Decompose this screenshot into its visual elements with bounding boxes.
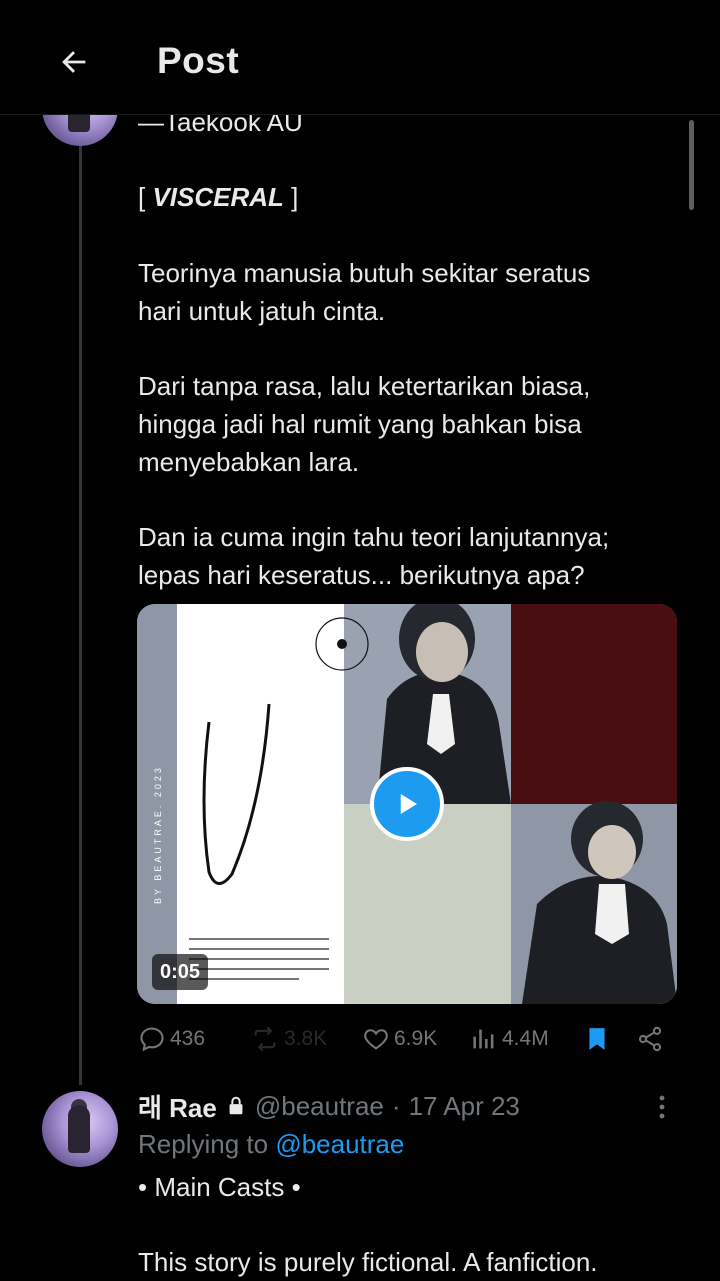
like-count: 6.9K xyxy=(394,1027,438,1050)
more-vertical-icon xyxy=(659,1095,665,1119)
arrow-left-icon xyxy=(62,51,86,73)
view-count: 4.4M xyxy=(502,1027,549,1050)
reply-display-name[interactable]: 래 Rae xyxy=(138,1088,217,1125)
like-button[interactable]: 6.9K xyxy=(362,1022,437,1056)
share-button[interactable] xyxy=(636,1022,664,1056)
post-paragraph-3: Dan ia cuma ingin tahu teori lanjutannya… xyxy=(138,522,610,590)
reply-date[interactable]: 17 Apr 23 xyxy=(409,1091,520,1122)
play-button[interactable] xyxy=(370,767,444,841)
analytics-icon xyxy=(473,1029,494,1049)
repost-count: 3.8K xyxy=(284,1027,328,1050)
cover-vertical-text: BY BEAUTRAE. 2023 xyxy=(153,765,163,904)
reply-button[interactable]: 436 xyxy=(138,1022,205,1056)
views-button[interactable]: 4.4M xyxy=(470,1022,549,1056)
reply-count: 436 xyxy=(170,1027,206,1050)
bookmark-icon xyxy=(589,1028,605,1050)
heart-icon xyxy=(364,1029,388,1050)
reply-handle[interactable]: @beautrae xyxy=(255,1091,384,1122)
top-bar: Post xyxy=(0,0,720,115)
post-paragraph-2: Dari tanpa rasa, lalu ketertarikan biasa… xyxy=(138,371,591,477)
replying-to-handle[interactable]: @beautrae xyxy=(275,1129,404,1159)
post-paragraph-1: Teorinya manusia butuh sekitar seratus h… xyxy=(138,258,591,326)
back-button[interactable] xyxy=(48,36,100,88)
thread-connector-line xyxy=(79,140,82,1085)
story-title: VISCERAL xyxy=(152,182,284,212)
scrollbar[interactable] xyxy=(689,120,694,210)
meta-separator: · xyxy=(391,1090,401,1121)
share-icon xyxy=(638,1026,662,1052)
reply-line-2: This story is purely fictional. A fanfic… xyxy=(138,1247,598,1277)
comment-icon xyxy=(140,1027,164,1052)
more-options-button[interactable] xyxy=(648,1092,676,1122)
lock-icon xyxy=(229,1096,243,1115)
page-title: Post xyxy=(157,40,240,81)
reply-meta-row: 래 Rae @beautrae · 17 Apr 23 xyxy=(138,1086,520,1126)
replying-to-line: Replying to @beautrae xyxy=(138,1129,405,1159)
post-story-title: [ VISCERAL ] xyxy=(138,182,299,212)
bookmark-button[interactable] xyxy=(584,1022,610,1056)
play-icon xyxy=(400,794,417,814)
reply-author-avatar[interactable] xyxy=(42,1091,118,1167)
repost-icon xyxy=(254,1026,276,1052)
repost-button[interactable]: 3.8K xyxy=(250,1022,327,1056)
video-duration: 0:05 xyxy=(152,954,209,990)
reply-line-1: • Main Casts • xyxy=(138,1172,301,1202)
